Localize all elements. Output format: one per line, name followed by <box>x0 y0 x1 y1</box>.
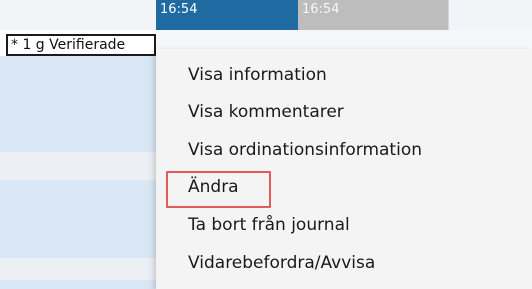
grid-row-separator <box>0 152 156 180</box>
grid-row-blue[interactable] <box>0 280 156 289</box>
menu-item-visa-information[interactable]: Visa information <box>188 63 327 87</box>
time-block-inactive[interactable]: 16:54 <box>298 0 448 30</box>
menu-item-visa-ordinationsinformation[interactable]: Visa ordinationsinformation <box>188 138 422 162</box>
time-block-active[interactable]: 16:54 <box>156 0 298 30</box>
menu-item-visa-kommentarer[interactable]: Visa kommentarer <box>188 100 344 124</box>
menu-item-ta-bort-fran-journal[interactable]: Ta bort från journal <box>188 213 350 237</box>
menu-item-vidarebefordra-avvisa[interactable]: Vidarebefordra/Avvisa <box>188 251 375 275</box>
grid-row-separator <box>0 258 156 280</box>
context-menu: Visa information Visa kommentarer Visa o… <box>156 49 532 289</box>
grid-row-blue[interactable] <box>0 56 156 152</box>
highlight-box <box>166 171 271 208</box>
selected-medication-row[interactable]: * 1 g Verifierade <box>6 34 156 56</box>
grid-row-blue[interactable] <box>0 180 156 258</box>
